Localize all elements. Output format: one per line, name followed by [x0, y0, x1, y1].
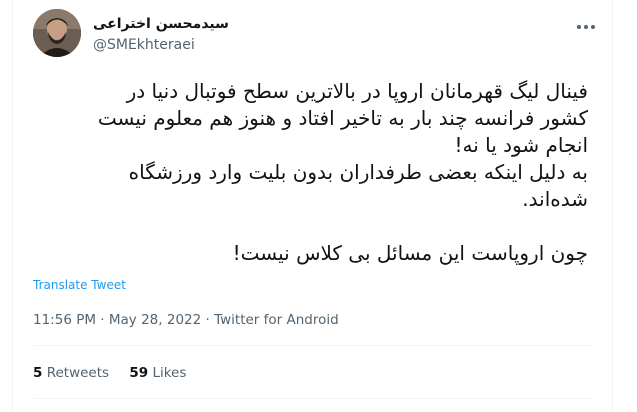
tweet-header: سیدمحسن اختراعی @SMEkhteraei [13, 0, 614, 70]
tweet-card: سیدمحسن اختراعی @SMEkhteraei فینال لیگ ق… [12, 0, 613, 412]
likes-stat[interactable]: 59 Likes [129, 364, 186, 382]
more-options-button[interactable] [572, 16, 600, 38]
translate-tweet-link[interactable]: Translate Tweet [33, 277, 126, 293]
tweet-time[interactable]: 11:56 PM [33, 312, 96, 328]
tweet-text-line: شده‌اند. [522, 187, 588, 211]
meta-separator: · [100, 312, 105, 328]
tweet-date[interactable]: May 28, 2022 [109, 312, 201, 328]
likes-label: Likes [152, 365, 187, 381]
tweet-text: فینال لیگ قهرمانان اروپا در بالاترین سطح… [23, 78, 588, 267]
tweet-metadata: 11:56 PM · May 28, 2022 · Twitter for An… [33, 311, 339, 329]
author-display-name[interactable]: سیدمحسن اختراعی [93, 15, 229, 33]
likes-count: 59 [129, 365, 149, 381]
author-handle[interactable]: @SMEkhteraei [93, 36, 195, 54]
tweet-text-line: انجام شود یا نه! [454, 133, 588, 157]
divider [33, 398, 592, 399]
more-horizontal-icon [577, 25, 595, 29]
tweet-source[interactable]: Twitter for Android [214, 312, 339, 328]
divider [33, 345, 592, 346]
meta-separator: · [205, 312, 210, 328]
tweet-stats: 5 Retweets 59 Likes [33, 364, 202, 382]
retweets-stat[interactable]: 5 Retweets [33, 364, 109, 382]
tweet-text-line: فینال لیگ قهرمانان اروپا در بالاترین سطح… [126, 79, 588, 103]
retweets-count: 5 [33, 365, 43, 381]
tweet-text-line: به دلیل اینکه بعضی طرفداران بدون بلیت وا… [128, 160, 588, 184]
avatar-image [33, 9, 81, 57]
retweets-label: Retweets [46, 365, 110, 381]
avatar[interactable] [33, 9, 81, 57]
tweet-text-line: چون اروپاست این مسائل بی کلاس نیست! [232, 241, 588, 265]
tweet-text-line: کشور فرانسه چند بار به تاخیر افتاد و هنو… [97, 106, 588, 130]
